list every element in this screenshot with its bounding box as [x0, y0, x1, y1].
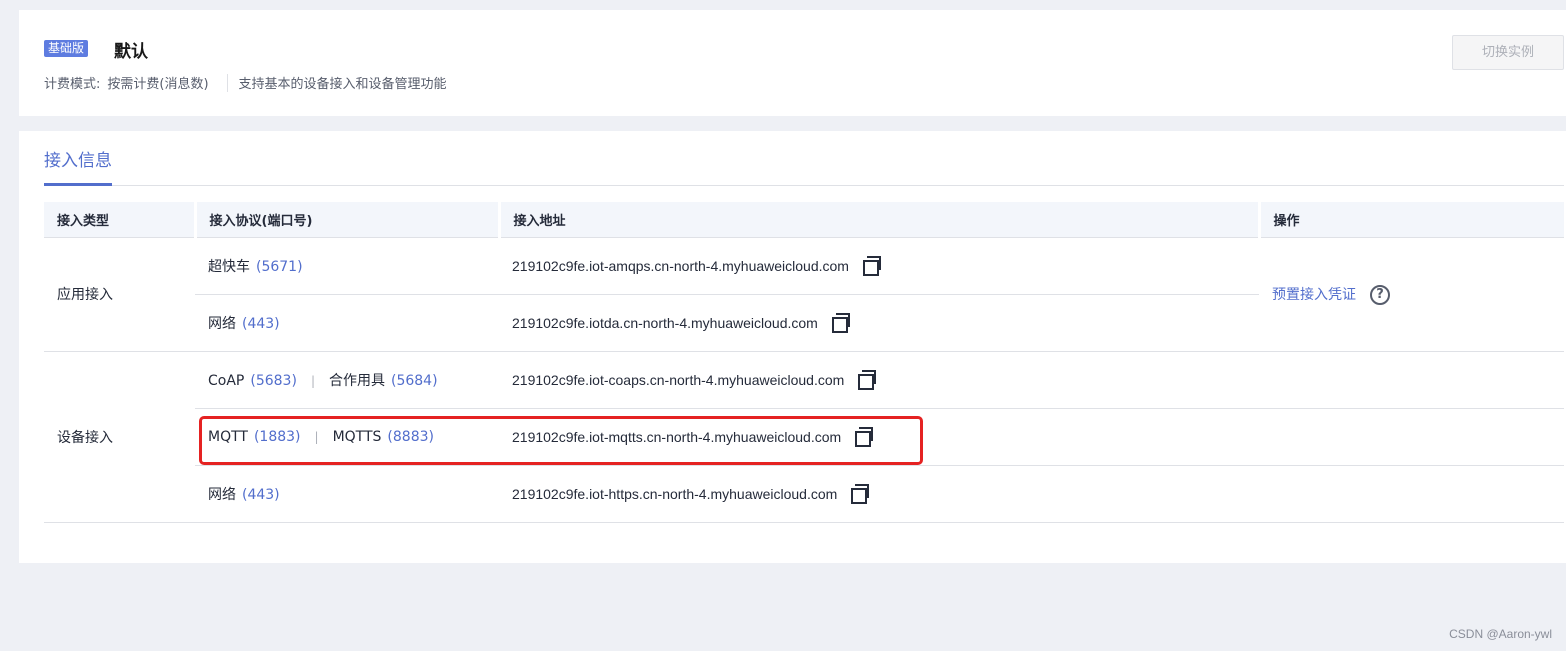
protocol-divider: | — [314, 429, 319, 444]
preset-credential-link[interactable]: 预置接入凭证 — [1272, 287, 1356, 303]
protocol-name: MQTT — [208, 428, 248, 445]
billing-divider — [226, 73, 228, 92]
table-header-row: 接入类型 接入协议(端口号) 接入地址 操作 — [44, 202, 1564, 238]
port-number: (1883) — [253, 428, 301, 445]
copy-icon[interactable] — [862, 256, 881, 276]
port-number: (8883) — [387, 428, 434, 445]
billing-value: 按需计费(消息数) — [107, 77, 209, 92]
edition-badge: 基础版 — [44, 40, 89, 57]
protocol-name: CoAP — [208, 372, 245, 389]
address-cell: 219102c9fe.iotda.cn-north-4.myhuaweiclou… — [499, 294, 1259, 352]
instance-name: 默认 — [114, 42, 148, 62]
protocol-name: 网络 — [208, 315, 236, 332]
port-number: (5671) — [256, 258, 303, 275]
watermark: CSDN @Aaron-ywl — [1449, 627, 1552, 641]
protocol-name: 超快车 — [208, 258, 250, 275]
port-number: (5684) — [390, 372, 438, 389]
port-number: (443) — [242, 486, 280, 503]
access-table: 接入类型 接入协议(端口号) 接入地址 操作 应用接入 超快车 (5671) 21… — [44, 202, 1564, 523]
protocol-cell: 超快车 (5671) — [195, 237, 499, 295]
table-row: 设备接入 CoAP (5683) | 合作用具 (5684) 219102c9fe.io… — [44, 351, 1564, 523]
copy-icon[interactable] — [855, 427, 874, 447]
access-address: 219102c9fe.iot-amqps.cn-north-4.myhuawei… — [512, 258, 849, 274]
copy-icon[interactable] — [831, 313, 850, 333]
address-cell: 219102c9fe.iot-amqps.cn-north-4.myhuawei… — [499, 237, 1259, 295]
header-address: 接入地址 — [497, 202, 1259, 238]
action-cell — [1259, 465, 1564, 523]
tab-access-info[interactable]: 接入信息 — [44, 148, 112, 186]
protocol-name: 合作用具 — [328, 372, 385, 389]
header-protocol: 接入协议(端口号) — [193, 202, 499, 238]
action-cell: 预置接入凭证? — [1259, 237, 1564, 352]
billing-label: 计费模式: — [44, 77, 101, 92]
access-type-app: 应用接入 — [44, 237, 195, 352]
protocol-name: MQTTS — [332, 428, 382, 445]
table-row: MQTT (1883) | MQTTS (8883) 219102c9fe.iot-mq… — [44, 408, 1564, 466]
tab-bar: 接入信息 — [44, 131, 1564, 186]
table-row: 应用接入 超快车 (5671) 219102c9fe.iot-amqps.cn-n… — [44, 237, 1564, 352]
instance-description: 支持基本的设备接入和设备管理功能 — [238, 77, 447, 92]
action-cell — [1259, 408, 1564, 466]
protocol-divider: | — [310, 373, 315, 388]
copy-icon[interactable] — [858, 370, 877, 390]
header-action: 操作 — [1257, 202, 1564, 238]
billing-info: 计费模式: 按需计费(消息数) 支持基本的设备接入和设备管理功能 — [44, 73, 447, 92]
table-row: 网络 (443) 219102c9fe.iot-https.cn-north-4.… — [44, 465, 1564, 523]
access-info-card: 接入信息 接入类型 接入协议(端口号) 接入地址 操作 应用接入 超快车 (567… — [19, 131, 1566, 563]
protocol-cell: CoAP (5683) | 合作用具 (5684) — [195, 351, 499, 409]
access-type-device: 设备接入 — [44, 351, 195, 523]
access-address: 219102c9fe.iotda.cn-north-4.myhuaweiclou… — [512, 315, 818, 331]
protocol-cell: 网络 (443) — [195, 465, 499, 523]
access-address: 219102c9fe.iot-https.cn-north-4.myhuawei… — [512, 486, 838, 502]
protocol-cell: 网络 (443) — [195, 294, 499, 352]
port-number: (5683) — [250, 372, 297, 389]
address-cell: 219102c9fe.iot-coaps.cn-north-4.myhuawei… — [499, 351, 1259, 409]
copy-icon[interactable] — [851, 484, 870, 504]
access-address: 219102c9fe.iot-coaps.cn-north-4.myhuawei… — [512, 372, 845, 388]
header-access-type: 接入类型 — [44, 202, 195, 238]
action-cell — [1259, 351, 1564, 409]
protocol-cell: MQTT (1883) | MQTTS (8883) — [195, 408, 499, 466]
help-icon[interactable]: ? — [1370, 284, 1390, 305]
address-cell: 219102c9fe.iot-mqtts.cn-north-4.myhuawei… — [499, 408, 1259, 466]
address-cell: 219102c9fe.iot-https.cn-north-4.myhuawei… — [499, 465, 1259, 523]
instance-card: 基础版 默认 计费模式: 按需计费(消息数) 支持基本的设备接入和设备管理功能 … — [19, 10, 1566, 116]
protocol-name: 网络 — [208, 486, 236, 503]
port-number: (443) — [242, 315, 280, 332]
access-address: 219102c9fe.iot-mqtts.cn-north-4.myhuawei… — [512, 429, 842, 445]
switch-instance-button[interactable]: 切换实例 — [1452, 35, 1564, 70]
